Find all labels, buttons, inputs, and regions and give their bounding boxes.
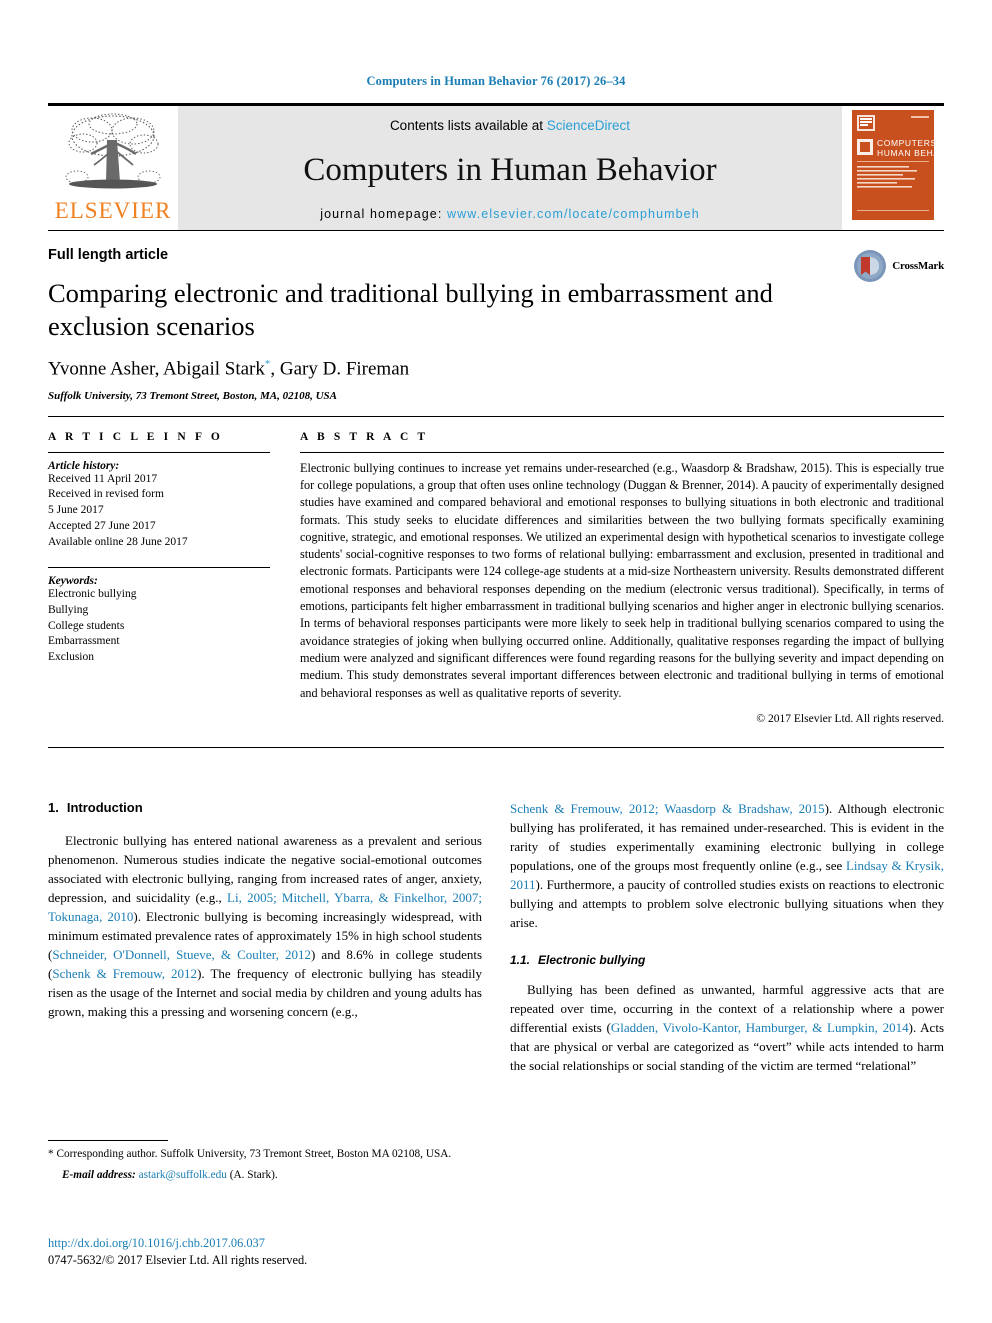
paragraph-intro-continued: Schenk & Fremouw, 2012; Waasdorp & Brads… (510, 800, 944, 933)
keywords-label: Keywords: (48, 574, 98, 587)
journal-cover-image: COMPUTERS IN HUMAN BEHAVIOR (847, 106, 939, 224)
email-attribution: (A. Stark). (229, 1169, 278, 1182)
article-history-label: Article history: (48, 459, 120, 472)
article-history-item: Available online 28 June 2017 (48, 535, 188, 548)
authors-secondary: , Gary D. Fireman (270, 358, 410, 380)
abstract-copyright: © 2017 Elsevier Ltd. All rights reserved… (756, 713, 944, 726)
title-block: Full length article Comparing electronic… (48, 230, 944, 402)
corresponding-author-note: * Corresponding author. Suffolk Universi… (48, 1146, 482, 1162)
abstract-column: A B S T R A C T Electronic bullying cont… (300, 430, 944, 726)
contents-list-line: Contents lists available at ScienceDirec… (390, 118, 630, 133)
text-run: ). Furthermore, a paucity of controlled … (510, 876, 944, 930)
keyword-item: Electronic bullying (48, 587, 137, 600)
svg-text:HUMAN BEHAVIOR: HUMAN BEHAVIOR (877, 148, 939, 158)
running-head: Computers in Human Behavior 76 (2017) 26… (366, 74, 626, 88)
section-number: 1. (48, 800, 59, 816)
authors-primary: Yvonne Asher, Abigail Stark (48, 358, 265, 380)
article-info-heading: A R T I C L E I N F O (48, 430, 223, 443)
paper-page: Computers in Human Behavior 76 (2017) 26… (0, 0, 992, 1323)
email-link[interactable]: astark@suffolk.edu (139, 1169, 227, 1181)
journal-masthead: ELSEVIER Contents lists available at Sci… (48, 103, 944, 230)
journal-homepage-line: journal homepage: www.elsevier.com/locat… (320, 207, 700, 221)
abstract-heading: A B S T R A C T (300, 430, 429, 443)
keyword-item: Exclusion (48, 651, 94, 664)
homepage-url-link[interactable]: www.elsevier.com/locate/comphumbeh (447, 207, 700, 221)
article-history-item: Accepted 27 June 2017 (48, 520, 156, 533)
info-abstract-region: A R T I C L E I N F O Article history: R… (48, 415, 944, 726)
crossmark-icon (854, 250, 887, 282)
email-label: E-mail address: (62, 1169, 136, 1182)
elsevier-tree-icon (65, 113, 161, 189)
homepage-prefix: journal homepage: (320, 206, 448, 221)
sciencedirect-link[interactable]: ScienceDirect (547, 118, 630, 133)
issn-copyright-line: 0747-5632/© 2017 Elsevier Ltd. All right… (48, 1252, 308, 1267)
paragraph-intro: Electronic bullying has entered national… (48, 832, 482, 1022)
abstract-bottom-divider (48, 747, 944, 749)
page-title: Comparing electronic and traditional bul… (48, 278, 773, 341)
article-info-column: A R T I C L E I N F O Article history: R… (48, 431, 270, 726)
elsevier-logo: ELSEVIER (48, 106, 178, 230)
subsection-number: 1.1. (510, 952, 531, 967)
journal-cover-thumbnail: COMPUTERS IN HUMAN BEHAVIOR (842, 106, 944, 230)
article-info-divider (48, 451, 270, 453)
body-columns: 1. Introduction Electronic bullying has e… (48, 800, 944, 1087)
citation-link[interactable]: Schneider, O'Donnell, Stueve, & Coulter,… (52, 947, 311, 962)
abstract-divider (300, 451, 944, 453)
abstract-text: Electronic bullying continues to increas… (300, 460, 944, 700)
body-column-left: 1. Introduction Electronic bullying has e… (48, 800, 482, 1087)
contents-prefix: Contents lists available at (389, 118, 547, 133)
citation-link[interactable]: Schenk & Fremouw, 2012; Waasdorp & Brads… (510, 801, 825, 816)
section-title: Introduction (66, 800, 143, 816)
section-heading-introduction: 1. Introduction (48, 800, 482, 815)
crossmark-badge[interactable]: CrossMark (853, 249, 944, 283)
crossmark-label: CrossMark (892, 260, 944, 272)
email-note: E-mail address: astark@suffolk.edu (A. S… (48, 1169, 482, 1181)
footnote-divider (48, 1140, 168, 1141)
keyword-item: Bullying (48, 603, 89, 616)
author-affiliation: Suffolk University, 73 Tremont Street, B… (48, 389, 337, 402)
keyword-item: College students (48, 619, 125, 632)
journal-title: Computers in Human Behavior (303, 151, 717, 188)
paragraph-electronic-bullying: Bullying has been defined as unwanted, h… (510, 981, 944, 1076)
article-history-item: Received in revised form (48, 488, 164, 501)
masthead-center: Contents lists available at ScienceDirec… (178, 106, 842, 230)
doi-block: http://dx.doi.org/10.1016/j.chb.2017.06.… (48, 1235, 482, 1268)
article-history-item: 5 June 2017 (48, 504, 104, 517)
body-column-right: Schenk & Fremouw, 2012; Waasdorp & Brads… (510, 800, 944, 1087)
author-list: Yvonne Asher, Abigail Stark*, Gary D. Fi… (48, 358, 944, 380)
footnote-block: * Corresponding author. Suffolk Universi… (48, 1140, 482, 1181)
keyword-item: Embarrassment (48, 635, 120, 648)
keywords-divider (48, 566, 270, 568)
article-history-item: Received 11 April 2017 (48, 472, 158, 485)
doi-link[interactable]: http://dx.doi.org/10.1016/j.chb.2017.06.… (48, 1235, 482, 1252)
subsection-heading-electronic-bullying: 1.1. Electronic bullying (510, 953, 944, 967)
elsevier-wordmark: ELSEVIER (54, 198, 172, 223)
citation-link[interactable]: Schenk & Fremouw, 2012 (52, 966, 197, 981)
svg-text:COMPUTERS IN: COMPUTERS IN (877, 138, 939, 148)
subsection-title: Electronic bullying (538, 952, 646, 967)
corresponding-author-text: Corresponding author. Suffolk University… (53, 1148, 452, 1160)
citation-link[interactable]: Gladden, Vivolo-Kantor, Hamburger, & Lum… (611, 1020, 909, 1035)
article-type-label: Full length article (48, 247, 169, 263)
